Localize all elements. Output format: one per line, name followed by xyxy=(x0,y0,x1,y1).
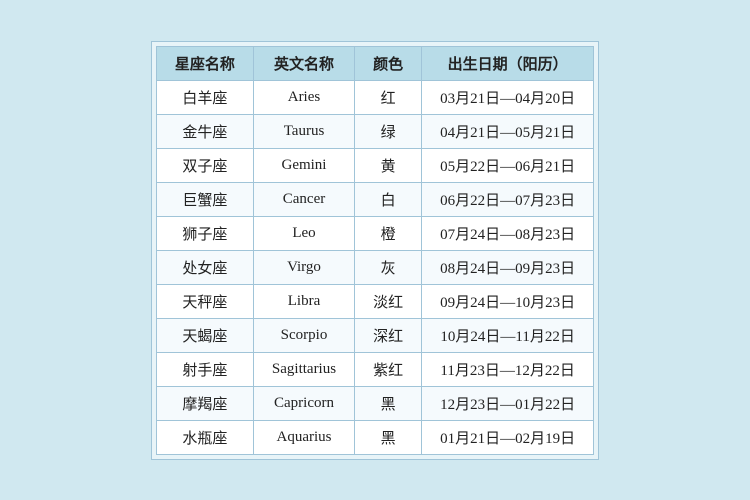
cell-color: 灰 xyxy=(355,250,422,284)
cell-color: 深红 xyxy=(355,318,422,352)
cell-english: Taurus xyxy=(253,114,354,148)
cell-chinese: 天蝎座 xyxy=(156,318,253,352)
cell-english: Gemini xyxy=(253,148,354,182)
cell-color: 绿 xyxy=(355,114,422,148)
cell-english: Leo xyxy=(253,216,354,250)
zodiac-table: 星座名称 英文名称 颜色 出生日期（阳历） 白羊座Aries红03月21日—04… xyxy=(156,46,594,455)
cell-english: Sagittarius xyxy=(253,352,354,386)
cell-english: Virgo xyxy=(253,250,354,284)
table-row: 处女座Virgo灰08月24日—09月23日 xyxy=(156,250,593,284)
cell-chinese: 处女座 xyxy=(156,250,253,284)
cell-dates: 01月21日—02月19日 xyxy=(422,420,594,454)
table-row: 金牛座Taurus绿04月21日—05月21日 xyxy=(156,114,593,148)
cell-color: 黑 xyxy=(355,420,422,454)
cell-english: Libra xyxy=(253,284,354,318)
cell-color: 紫红 xyxy=(355,352,422,386)
cell-chinese: 天秤座 xyxy=(156,284,253,318)
cell-dates: 12月23日—01月22日 xyxy=(422,386,594,420)
cell-chinese: 白羊座 xyxy=(156,80,253,114)
cell-english: Capricorn xyxy=(253,386,354,420)
cell-dates: 10月24日—11月22日 xyxy=(422,318,594,352)
cell-chinese: 狮子座 xyxy=(156,216,253,250)
cell-color: 白 xyxy=(355,182,422,216)
table-row: 水瓶座Aquarius黑01月21日—02月19日 xyxy=(156,420,593,454)
col-header-dates: 出生日期（阳历） xyxy=(422,46,594,80)
cell-dates: 09月24日—10月23日 xyxy=(422,284,594,318)
cell-english: Aquarius xyxy=(253,420,354,454)
col-header-chinese: 星座名称 xyxy=(156,46,253,80)
cell-chinese: 金牛座 xyxy=(156,114,253,148)
cell-color: 黄 xyxy=(355,148,422,182)
table-row: 巨蟹座Cancer白06月22日—07月23日 xyxy=(156,182,593,216)
cell-chinese: 巨蟹座 xyxy=(156,182,253,216)
cell-english: Aries xyxy=(253,80,354,114)
col-header-english: 英文名称 xyxy=(253,46,354,80)
cell-dates: 06月22日—07月23日 xyxy=(422,182,594,216)
cell-color: 淡红 xyxy=(355,284,422,318)
table-row: 白羊座Aries红03月21日—04月20日 xyxy=(156,80,593,114)
cell-chinese: 摩羯座 xyxy=(156,386,253,420)
cell-chinese: 射手座 xyxy=(156,352,253,386)
cell-color: 红 xyxy=(355,80,422,114)
cell-dates: 03月21日—04月20日 xyxy=(422,80,594,114)
cell-color: 橙 xyxy=(355,216,422,250)
cell-dates: 07月24日—08月23日 xyxy=(422,216,594,250)
table-header-row: 星座名称 英文名称 颜色 出生日期（阳历） xyxy=(156,46,593,80)
table-row: 摩羯座Capricorn黑12月23日—01月22日 xyxy=(156,386,593,420)
zodiac-table-container: 星座名称 英文名称 颜色 出生日期（阳历） 白羊座Aries红03月21日—04… xyxy=(151,41,599,460)
table-row: 双子座Gemini黄05月22日—06月21日 xyxy=(156,148,593,182)
cell-english: Scorpio xyxy=(253,318,354,352)
table-row: 狮子座Leo橙07月24日—08月23日 xyxy=(156,216,593,250)
cell-color: 黑 xyxy=(355,386,422,420)
col-header-color: 颜色 xyxy=(355,46,422,80)
cell-chinese: 水瓶座 xyxy=(156,420,253,454)
cell-dates: 05月22日—06月21日 xyxy=(422,148,594,182)
cell-english: Cancer xyxy=(253,182,354,216)
cell-dates: 11月23日—12月22日 xyxy=(422,352,594,386)
cell-dates: 04月21日—05月21日 xyxy=(422,114,594,148)
table-row: 射手座Sagittarius紫红11月23日—12月22日 xyxy=(156,352,593,386)
cell-chinese: 双子座 xyxy=(156,148,253,182)
table-row: 天秤座Libra淡红09月24日—10月23日 xyxy=(156,284,593,318)
cell-dates: 08月24日—09月23日 xyxy=(422,250,594,284)
table-row: 天蝎座Scorpio深红10月24日—11月22日 xyxy=(156,318,593,352)
